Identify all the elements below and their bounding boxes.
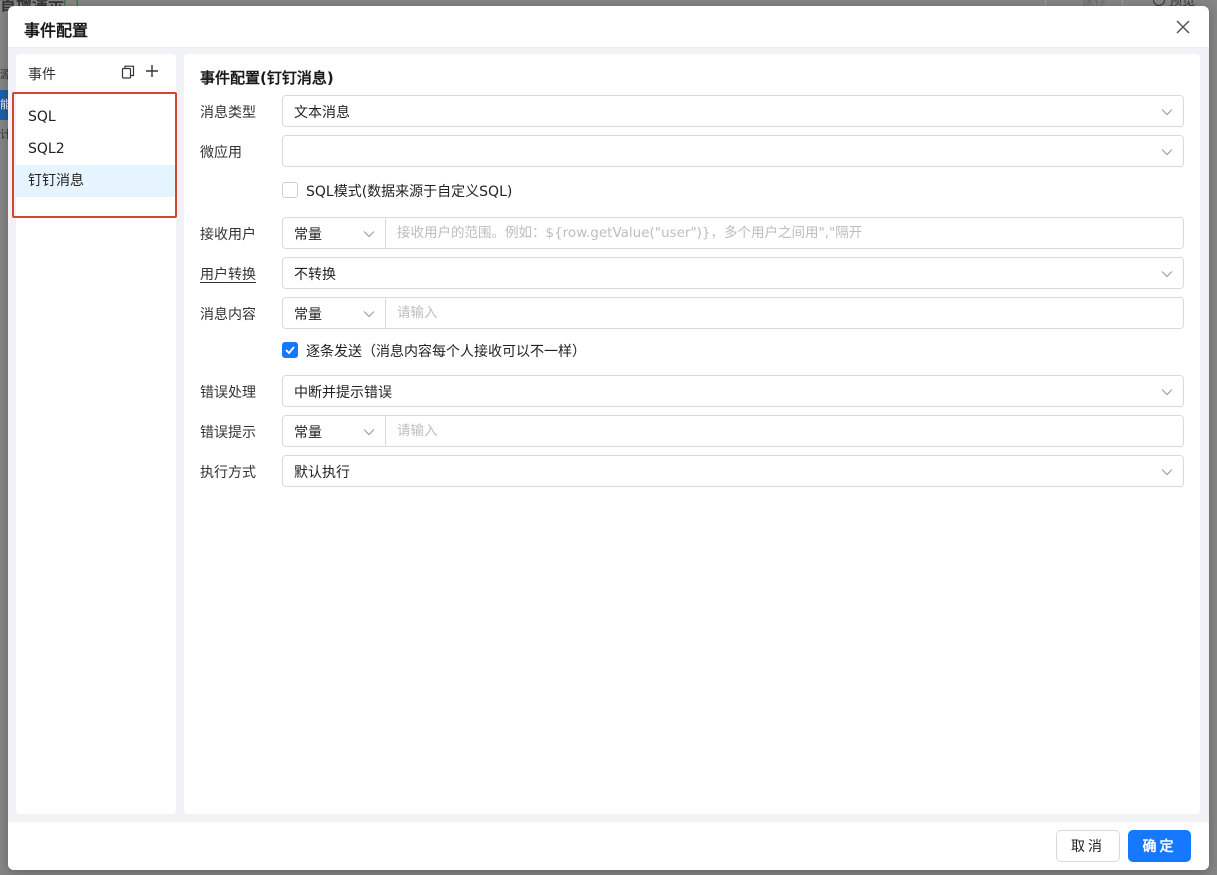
chevron-down-icon	[1161, 389, 1173, 396]
dialog-header: 事件配置	[8, 6, 1209, 48]
chevron-down-icon	[1161, 469, 1173, 476]
config-title: 事件配置(钉钉消息)	[200, 69, 334, 87]
send-each-label: 逐条发送（消息内容每个人接收可以不一样）	[306, 344, 586, 360]
micro-app-row: 微应用	[200, 135, 1184, 167]
exec-mode-row: 执行方式 默认执行	[200, 455, 1184, 487]
message-type-select[interactable]: 文本消息	[282, 95, 1184, 127]
content-mode-value: 常量	[294, 307, 322, 323]
plus-icon[interactable]	[145, 64, 159, 78]
micro-app-label: 微应用	[200, 145, 242, 161]
sql-mode-checkbox[interactable]	[282, 182, 298, 198]
receiver-mode-select[interactable]: 常量	[283, 218, 386, 248]
error-tip-input[interactable]	[386, 416, 1183, 446]
dialog-title: 事件配置	[24, 21, 89, 40]
chevron-down-icon	[363, 311, 375, 318]
chevron-down-icon	[1161, 149, 1173, 156]
event-list-title: 事件	[28, 67, 56, 83]
error-tip-mode-value: 常量	[294, 425, 322, 441]
content-field: 常量	[282, 297, 1184, 329]
close-icon[interactable]	[1175, 19, 1191, 35]
send-each-checkbox[interactable]	[282, 342, 298, 358]
user-convert-label: 用户转换	[200, 267, 256, 283]
event-list: SQL SQL2 钉钉消息	[16, 101, 176, 197]
micro-app-select[interactable]	[282, 135, 1184, 167]
dialog-footer: 取消 确定	[8, 822, 1209, 870]
event-list-panel: 事件 SQL SQL2 钉钉消息	[12, 54, 177, 814]
dialog-body: 事件 SQL SQL2 钉钉消息 事件配置(钉钉消息) 消息类型 文本消息 微应…	[8, 48, 1209, 822]
event-list-header: 事件	[16, 54, 176, 90]
event-item-sql2[interactable]: SQL2	[16, 133, 176, 165]
receiver-input[interactable]	[386, 218, 1183, 248]
receiver-row: 接收用户 常量	[200, 217, 1184, 249]
event-config-dialog: 事件配置 事件 SQL SQL2 钉钉消息 事件配置(钉钉消息) 消息类型 文本…	[8, 6, 1209, 870]
user-convert-value: 不转换	[294, 267, 336, 283]
error-tip-field: 常量	[282, 415, 1184, 447]
send-each-checkbox-row[interactable]: 逐条发送（消息内容每个人接收可以不一样）	[282, 340, 982, 360]
event-item-sql[interactable]: SQL	[16, 101, 176, 133]
chevron-down-icon	[1161, 271, 1173, 278]
content-mode-select[interactable]: 常量	[283, 298, 386, 328]
content-input[interactable]	[386, 298, 1183, 328]
copy-icon[interactable]	[121, 65, 135, 79]
chevron-down-icon	[1161, 109, 1173, 116]
error-handling-label: 错误处理	[200, 385, 256, 401]
receiver-mode-value: 常量	[294, 227, 322, 243]
sql-mode-label: SQL模式(数据来源于自定义SQL)	[306, 184, 513, 200]
sql-mode-checkbox-row[interactable]: SQL模式(数据来源于自定义SQL)	[282, 180, 982, 200]
exec-mode-select[interactable]: 默认执行	[282, 455, 1184, 487]
ok-button[interactable]: 确定	[1128, 830, 1191, 862]
error-tip-mode-select[interactable]: 常量	[283, 416, 386, 446]
event-item-dingtalk-message[interactable]: 钉钉消息	[16, 165, 176, 197]
check-icon	[285, 346, 295, 355]
cancel-button[interactable]: 取消	[1056, 830, 1120, 862]
error-handling-row: 错误处理 中断并提示错误	[200, 375, 1184, 407]
message-type-row: 消息类型 文本消息	[200, 95, 1184, 127]
content-row: 消息内容 常量	[200, 297, 1184, 329]
chevron-down-icon	[363, 429, 375, 436]
receiver-label: 接收用户	[200, 227, 256, 243]
config-panel: 事件配置(钉钉消息) 消息类型 文本消息 微应用 SQL模式(数据来源于自定义S…	[184, 54, 1200, 814]
error-tip-row: 错误提示 常量	[200, 415, 1184, 447]
receiver-field: 常量	[282, 217, 1184, 249]
user-convert-row: 用户转换 不转换	[200, 257, 1184, 289]
chevron-down-icon	[363, 231, 375, 238]
message-type-value: 文本消息	[294, 105, 350, 121]
content-label: 消息内容	[200, 307, 256, 323]
exec-mode-value: 默认执行	[294, 465, 350, 481]
exec-mode-label: 执行方式	[200, 465, 256, 481]
message-type-label: 消息类型	[200, 105, 256, 121]
error-handling-select[interactable]: 中断并提示错误	[282, 375, 1184, 407]
user-convert-select[interactable]: 不转换	[282, 257, 1184, 289]
error-handling-value: 中断并提示错误	[294, 385, 392, 401]
error-tip-label: 错误提示	[200, 425, 256, 441]
